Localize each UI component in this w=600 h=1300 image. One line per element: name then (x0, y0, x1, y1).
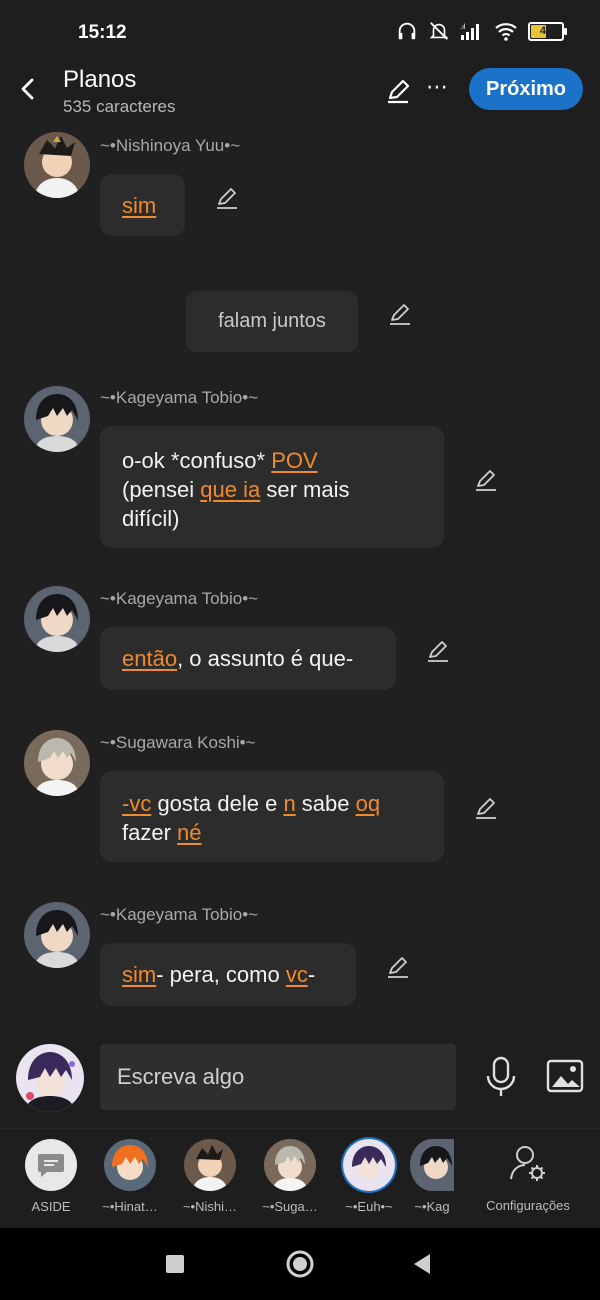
avatar-kageyama[interactable] (24, 386, 90, 452)
status-time: 15:12 (78, 22, 127, 43)
avatar-sugawara[interactable] (24, 730, 90, 796)
message-input[interactable] (100, 1044, 456, 1110)
character-aside[interactable]: ASIDE (13, 1139, 89, 1214)
system-nav-bar (0, 1228, 600, 1300)
message-line: o-ok *confuso* POV (122, 448, 318, 473)
back-arrow-icon[interactable] (14, 74, 44, 104)
edit-message-icon[interactable] (473, 795, 499, 821)
top-bar: Planos 535 caracteres ⋯ Próximo (0, 66, 600, 124)
back-nav-icon[interactable] (412, 1253, 432, 1275)
avatar-kageyama[interactable] (24, 902, 90, 968)
sender-name: ~•Sugawara Koshi•~ (100, 733, 256, 752)
message-bubble[interactable]: sim- pera, como vc- (100, 943, 356, 1006)
composer (0, 1026, 600, 1128)
avatar (343, 1139, 395, 1191)
edit-message-icon[interactable] (214, 185, 240, 211)
edit-pencil-icon[interactable] (384, 78, 412, 106)
avatar (104, 1139, 156, 1191)
character-euh[interactable]: ~•Euh•~ (331, 1139, 407, 1214)
character-count: 535 caracteres (63, 97, 176, 116)
sender-name: ~•Kageyama Tobio•~ (100, 589, 259, 608)
message-line: fazer né (122, 820, 202, 845)
headphones-icon (398, 22, 416, 40)
status-icons: .ıl 47 (396, 20, 567, 42)
message-line: -vc gosta dele e n sabe oq (122, 791, 381, 816)
current-character-avatar[interactable] (16, 1044, 84, 1112)
sender-name: ~•Kageyama Tobio•~ (100, 388, 259, 407)
page-title: Planos (63, 66, 137, 93)
settings-button[interactable]: Configurações (478, 1143, 578, 1213)
message-bubble[interactable]: -vc gosta dele e n sabe oq fazer né (100, 771, 444, 862)
message-line: difícil) (122, 506, 180, 531)
svg-text:.ıl: .ıl (460, 24, 466, 31)
character-hinata[interactable]: ~•Hinat… (92, 1139, 168, 1214)
character-sugawara[interactable]: ~•Suga… (252, 1139, 328, 1214)
avatar-kageyama[interactable] (24, 586, 90, 652)
edit-message-icon[interactable] (425, 638, 451, 664)
character-settings-icon (510, 1146, 545, 1181)
message-bubble[interactable]: o-ok *confuso* POV (pensei que ia ser ma… (100, 426, 444, 548)
message-bubble[interactable]: então, o assunto é que- (100, 627, 396, 690)
character-kageyama[interactable]: ~•Kag (410, 1139, 454, 1214)
avatar-nishinoya[interactable] (24, 132, 90, 198)
signal-icon: .ıl (460, 24, 479, 40)
home-icon[interactable] (285, 1249, 315, 1279)
edit-message-icon[interactable] (387, 301, 413, 327)
microphone-icon[interactable] (484, 1056, 518, 1098)
more-options-icon[interactable]: ⋯ (426, 74, 449, 100)
aside-icon (25, 1139, 77, 1191)
sender-name: ~•Nishinoya Yuu•~ (100, 136, 241, 155)
edit-message-icon[interactable] (385, 954, 411, 980)
bell-off-icon (429, 22, 449, 40)
recents-icon[interactable] (166, 1255, 184, 1273)
status-bar: 15:12 .ıl 47 (0, 0, 600, 66)
character-nishinoya[interactable]: ~•Nishi… (172, 1139, 248, 1214)
character-bar: ASIDE ~•Hinat… ~•Nishi… ~•Suga… ~•Euh•~ … (0, 1128, 600, 1229)
avatar (410, 1139, 454, 1191)
battery-icon: 47 (528, 21, 567, 41)
chat-area[interactable]: ~•Nishinoya Yuu•~ sim falam juntos ~•Kag… (0, 124, 600, 1026)
avatar (264, 1139, 316, 1191)
narration-bubble[interactable]: falam juntos (186, 291, 358, 352)
message-bubble[interactable]: sim (100, 174, 185, 236)
next-button[interactable]: Próximo (469, 68, 583, 110)
sender-name: ~•Kageyama Tobio•~ (100, 905, 259, 924)
edit-message-icon[interactable] (473, 467, 499, 493)
highlighted-word[interactable]: sim (122, 191, 156, 220)
image-icon[interactable] (546, 1058, 584, 1094)
avatar (184, 1139, 236, 1191)
message-line: (pensei que ia ser mais (122, 477, 350, 502)
wifi-icon (495, 23, 517, 41)
